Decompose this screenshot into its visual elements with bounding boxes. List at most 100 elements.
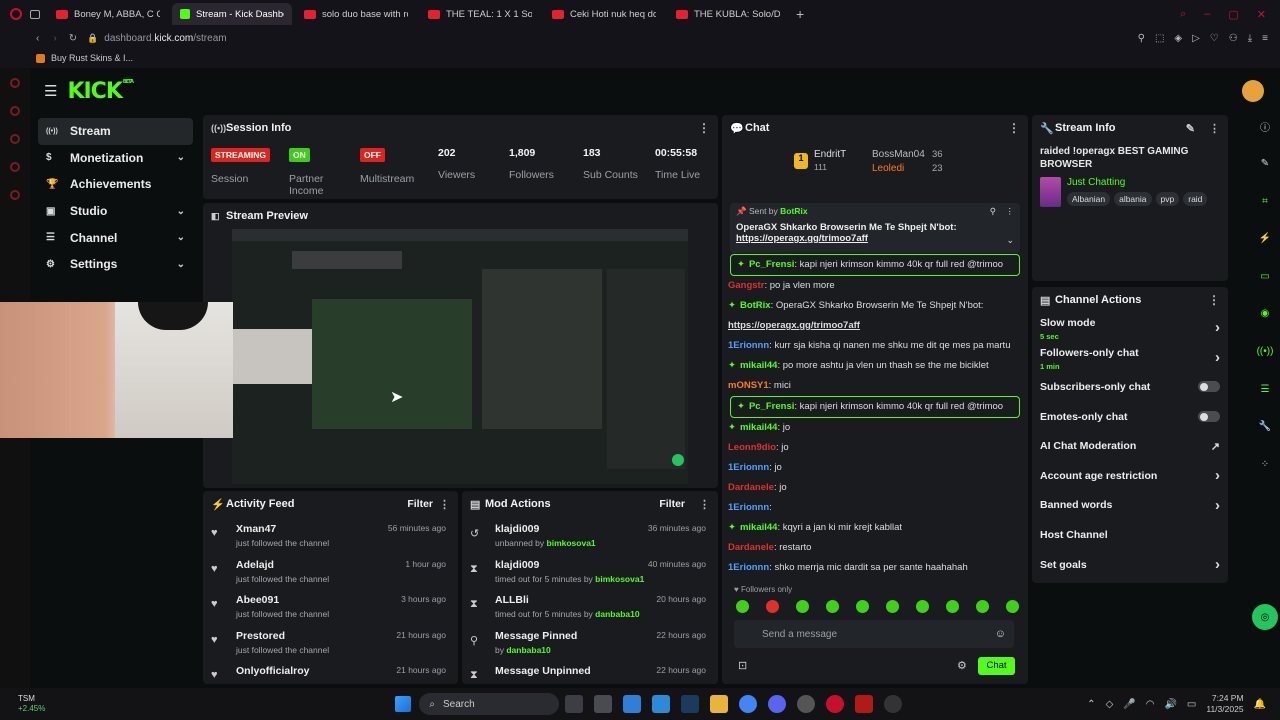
browser-tab[interactable]: THE TEAL: 1 X 1 Solo/Duo xyxy=(420,3,540,25)
username[interactable]: Prestored xyxy=(236,630,329,642)
chat-message[interactable]: mONSY1: mici xyxy=(722,376,1028,396)
leader-name[interactable]: Leoledi xyxy=(872,163,904,174)
moderator-name[interactable]: bimkosova1 xyxy=(547,538,596,548)
more-options-icon[interactable]: ⋮ xyxy=(698,121,710,135)
activity-item[interactable]: ♥ Xman47 just followed the channel 56 minut… xyxy=(203,517,458,553)
chat-username[interactable]: Leonn9dio xyxy=(728,442,776,453)
tag-chip[interactable]: pvp xyxy=(1155,192,1180,206)
chevron-down-icon[interactable]: ⌄ xyxy=(177,259,185,270)
support-icon[interactable]: ◎ xyxy=(1252,604,1278,631)
toggle-switch[interactable] xyxy=(1198,411,1220,423)
channel-action-set-goals[interactable]: Set goals › xyxy=(1032,550,1228,580)
vscode-icon[interactable] xyxy=(651,695,670,713)
mod-action-title[interactable]: klajdi009 xyxy=(495,559,644,571)
vpn-icon[interactable]: ◈ xyxy=(1174,33,1182,44)
chat-message[interactable]: 1Erionnn: kurr sja kisha qi nanen me shk… xyxy=(722,336,1028,356)
windows-start-icon[interactable] xyxy=(395,696,412,712)
activity-item[interactable]: ♥ Prestored just followed the channel 21 ho… xyxy=(203,624,458,660)
minimize-button[interactable]: – xyxy=(1204,8,1210,21)
chat-username[interactable]: mikail44 xyxy=(740,422,778,433)
mod-action-title[interactable]: ALLBli xyxy=(495,594,640,606)
more-options-icon[interactable]: ⋮ xyxy=(1209,122,1220,135)
heart-icon[interactable]: ♡ xyxy=(1210,33,1219,44)
opera-logo-icon[interactable] xyxy=(10,8,22,20)
mod-action-title[interactable]: klajdi009 xyxy=(495,523,596,535)
emote-icon[interactable] xyxy=(946,600,959,613)
chrome-icon[interactable] xyxy=(738,695,757,713)
sidebar-app-icon[interactable] xyxy=(10,134,20,144)
leader-name[interactable]: BossMan04 xyxy=(872,149,925,160)
chat-message[interactable]: Gangstr: po ja vlen more xyxy=(722,276,1028,296)
clock[interactable]: 7:24 PM 11/3/2025 xyxy=(1206,693,1243,715)
channel-action-banned-words[interactable]: Banned words › xyxy=(1032,491,1228,521)
emoji-icon[interactable]: ☺ xyxy=(995,628,1006,640)
more-options-icon[interactable]: ⋮ xyxy=(699,498,710,511)
chevron-right-icon[interactable]: › xyxy=(1215,467,1220,484)
chat-username[interactable]: 1Erionnn xyxy=(728,340,769,351)
chat-username[interactable]: mONSY1 xyxy=(728,380,769,391)
filter-button[interactable]: Filter xyxy=(407,498,433,510)
forward-button[interactable]: › xyxy=(53,33,56,44)
kick-logo[interactable]: KICKBETA xyxy=(67,79,134,104)
sidebar-app-icon[interactable] xyxy=(10,190,20,200)
store-icon[interactable] xyxy=(622,695,641,713)
chat-message[interactable]: 1Erionnn: shko merrja mic dardit sa per … xyxy=(722,558,1028,578)
broadcast-icon[interactable]: ((•)) xyxy=(1253,340,1277,364)
sidebar-app-icon[interactable] xyxy=(10,162,20,172)
chat-username[interactable]: 1Erionnn xyxy=(728,562,769,573)
browser-tab[interactable]: solo duo base with roof - xyxy=(296,3,416,25)
message-field[interactable]: Send a message xyxy=(762,629,837,640)
sidebar-app-icon[interactable] xyxy=(10,78,20,88)
channel-action-emotes-only-chat[interactable]: Emotes-only chat xyxy=(1032,402,1228,432)
leader-name[interactable]: EndritT xyxy=(814,149,846,160)
emote-icon[interactable] xyxy=(916,600,929,613)
photoshop-icon[interactable] xyxy=(680,695,699,713)
sidebar-item-stream[interactable]: ((•)) Stream xyxy=(38,118,193,145)
chat-message[interactable]: ✦ Pc_Frensi: kapi njeri krimson kimmo 40k… xyxy=(730,254,1020,276)
mic-icon[interactable]: 🎤 xyxy=(1123,699,1135,710)
scan-icon[interactable]: ⌗ xyxy=(1253,189,1277,213)
wrench-icon[interactable]: 🔧 xyxy=(1253,415,1277,439)
chat-message[interactable]: ✦ mikail44: jo xyxy=(722,418,1028,438)
chat-username[interactable]: mikail44 xyxy=(740,522,778,533)
browser-tab[interactable]: Ceki Hoti nuk heq dorë n xyxy=(544,3,664,25)
chat-username[interactable]: 1Erionnn xyxy=(728,462,769,473)
tray-chevron-icon[interactable]: ⌃ xyxy=(1087,699,1095,710)
browser-tab[interactable]: Boney M, ABBA, C C Catc xyxy=(48,3,168,25)
chevron-down-icon[interactable]: ⌄ xyxy=(1006,235,1014,246)
list-icon[interactable]: ☰ xyxy=(1253,377,1277,401)
reload-button[interactable]: ↻ xyxy=(69,33,77,44)
tag-chip[interactable]: raid xyxy=(1183,192,1208,206)
network-icon[interactable]: ◇ xyxy=(1106,699,1114,710)
external-link-icon[interactable]: ↗ xyxy=(1211,440,1220,453)
toggle-switch[interactable] xyxy=(1198,381,1220,393)
menu-icon[interactable]: ≡ xyxy=(1262,33,1268,44)
filter-button[interactable]: Filter xyxy=(659,498,685,510)
pin-icon[interactable]: ⚲ xyxy=(1138,33,1145,44)
emote-icon[interactable] xyxy=(766,600,779,613)
emote-icon[interactable] xyxy=(856,600,869,613)
mod-action-item[interactable]: ⧗ ALLBli timed out for 5 minutes by danbab… xyxy=(462,588,718,624)
emote-icon[interactable] xyxy=(826,600,839,613)
username[interactable]: Abee091 xyxy=(236,594,329,606)
chevron-down-icon[interactable]: ⌄ xyxy=(177,232,185,243)
mod-action-item[interactable]: ↺ klajdi009 unbanned by bimkosova1 36 minut… xyxy=(462,517,718,553)
app-icon[interactable] xyxy=(854,695,873,713)
unpin-icon[interactable]: ⚲ xyxy=(990,206,996,217)
more-options-icon[interactable]: ⋮ xyxy=(1006,206,1015,217)
chat-message[interactable]: ✦ mikail44: kqyri a jan ki mir krejt kabl… xyxy=(722,518,1028,538)
snapshot-icon[interactable]: ⬚ xyxy=(1155,33,1164,44)
info-icon[interactable]: ⓘ xyxy=(1253,114,1277,138)
document-icon[interactable]: ▭ xyxy=(1253,264,1277,288)
more-options-icon[interactable]: ⋮ xyxy=(439,498,450,511)
browser-tab[interactable]: Stream - Kick Dashboard xyxy=(172,3,292,25)
chat-message[interactable]: Dardanele: jo xyxy=(722,478,1028,498)
more-options-icon[interactable]: ⋮ xyxy=(1208,293,1220,307)
chat-message[interactable]: Leonn9dio: jo xyxy=(722,438,1028,458)
sidebar-item-monetization[interactable]: $ Monetization ⌄ xyxy=(38,145,193,172)
back-button[interactable]: ‹ xyxy=(36,33,39,44)
chevron-right-icon[interactable]: › xyxy=(1215,497,1220,514)
chat-message[interactable]: 1Erionnn: jo xyxy=(722,458,1028,478)
chat-settings-icon[interactable]: ⚙ xyxy=(957,659,967,672)
emote-icon[interactable] xyxy=(886,600,899,613)
